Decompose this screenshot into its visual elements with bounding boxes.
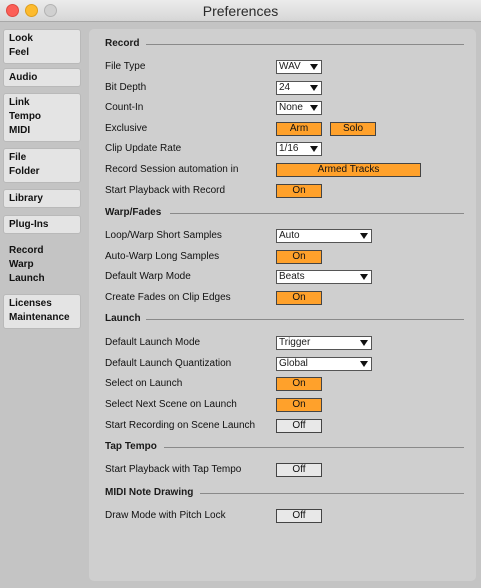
tab-label: Record [9,245,44,256]
tab-audio[interactable]: Audio [3,68,81,87]
clip-update-rate-dropdown[interactable]: 1/16 [276,142,322,156]
select-on-launch-label: Select on Launch [105,378,183,389]
count-in-label: Count-In [105,102,144,113]
draw-mode-pitch-lock-label: Draw Mode with Pitch Lock [105,510,226,521]
start-recording-scene-toggle[interactable]: Off [276,419,322,433]
bit-depth-label: Bit Depth [105,82,147,93]
default-warp-mode-dropdown[interactable]: Beats [276,270,372,284]
select-next-scene-label: Select Next Scene on Launch [105,399,237,410]
chevron-down-icon [310,85,318,91]
default-warp-mode-value: Beats [279,271,305,282]
clip-update-rate-value: 1/16 [279,143,299,154]
chevron-down-icon [360,361,368,367]
create-fades-toggle[interactable]: On [276,291,322,305]
window-title: Preferences [202,3,279,19]
start-playback-tap-tempo-toggle[interactable]: Off [276,463,322,477]
tab-label: Audio [9,72,38,83]
section-divider [200,493,464,494]
file-type-label: File Type [105,61,146,72]
exclusive-solo-button[interactable]: Solo [330,122,376,136]
default-warp-mode-label: Default Warp Mode [105,271,191,282]
chevron-down-icon [310,64,318,70]
tab-label: Launch [9,273,45,284]
loop-warp-dropdown[interactable]: Auto [276,229,372,243]
tab-label: Look [9,33,33,44]
section-divider [146,319,464,320]
default-launch-mode-dropdown[interactable]: Trigger [276,336,372,350]
chevron-down-icon [310,105,318,111]
section-divider [164,447,464,448]
create-fades-label: Create Fades on Clip Edges [105,292,231,303]
tab-label: File [9,152,27,163]
bit-depth-value: 24 [279,82,291,93]
loop-warp-label: Loop/Warp Short Samples [105,230,222,241]
session-automation-label: Record Session automation in [105,164,239,175]
tab-look-feel[interactable]: Look Feel [3,29,81,64]
count-in-dropdown[interactable]: None [276,101,322,115]
clip-update-rate-label: Clip Update Rate [105,143,182,154]
auto-warp-label: Auto-Warp Long Samples [105,251,220,262]
session-automation-button[interactable]: Armed Tracks [276,163,421,177]
tab-label: Tempo [9,111,42,122]
record-heading: Record [105,38,140,49]
default-launch-mode-label: Default Launch Mode [105,337,201,348]
tab-label: Warp [9,259,34,270]
tab-label: Plug-Ins [9,219,49,230]
tab-record-warp-launch[interactable]: Record Warp Launch [3,241,81,289]
draw-mode-pitch-lock-toggle[interactable]: Off [276,509,322,523]
tab-label: Link [9,97,30,108]
tab-label: Maintenance [9,312,70,323]
chevron-down-icon [310,146,318,152]
default-launch-quantization-dropdown[interactable]: Global [276,357,372,371]
tab-label: Feel [9,47,30,58]
start-recording-scene-label: Start Recording on Scene Launch [105,420,256,431]
tab-label: MIDI [9,125,31,136]
launch-heading: Launch [105,313,141,324]
tab-plug-ins[interactable]: Plug-Ins [3,215,81,234]
start-playback-record-label: Start Playback with Record [105,185,226,196]
chevron-down-icon [360,233,368,239]
title-bar: Preferences [0,0,481,22]
warp-fades-heading: Warp/Fades [105,207,162,218]
tap-tempo-heading: Tap Tempo [105,441,157,452]
select-on-launch-toggle[interactable]: On [276,377,322,391]
tab-label: Licenses [9,298,52,309]
exclusive-arm-button[interactable]: Arm [276,122,322,136]
section-divider [146,44,464,45]
default-launch-quantization-label: Default Launch Quantization [105,358,232,369]
tab-label: Library [9,193,43,204]
start-playback-tap-tempo-label: Start Playback with Tap Tempo [105,464,242,475]
start-playback-record-toggle[interactable]: On [276,184,322,198]
section-divider [170,213,464,214]
bit-depth-dropdown[interactable]: 24 [276,81,322,95]
exclusive-label: Exclusive [105,123,148,134]
tab-licenses-maintenance[interactable]: Licenses Maintenance [3,294,81,329]
sidebar: Look Feel Audio Link Tempo MIDI File Fol… [0,22,88,588]
default-launch-quantization-value: Global [279,358,308,369]
chevron-down-icon [360,340,368,346]
tab-link-tempo-midi[interactable]: Link Tempo MIDI [3,93,81,142]
loop-warp-value: Auto [279,230,300,241]
tab-label: Folder [9,166,40,177]
tab-library[interactable]: Library [3,189,81,208]
chevron-down-icon [360,274,368,280]
tab-file-folder[interactable]: File Folder [3,148,81,183]
file-type-dropdown[interactable]: WAV [276,60,322,74]
midi-note-drawing-heading: MIDI Note Drawing [105,487,194,498]
select-next-scene-toggle[interactable]: On [276,398,322,412]
auto-warp-toggle[interactable]: On [276,250,322,264]
default-launch-mode-value: Trigger [279,337,311,348]
file-type-value: WAV [279,61,301,72]
count-in-value: None [279,102,303,113]
